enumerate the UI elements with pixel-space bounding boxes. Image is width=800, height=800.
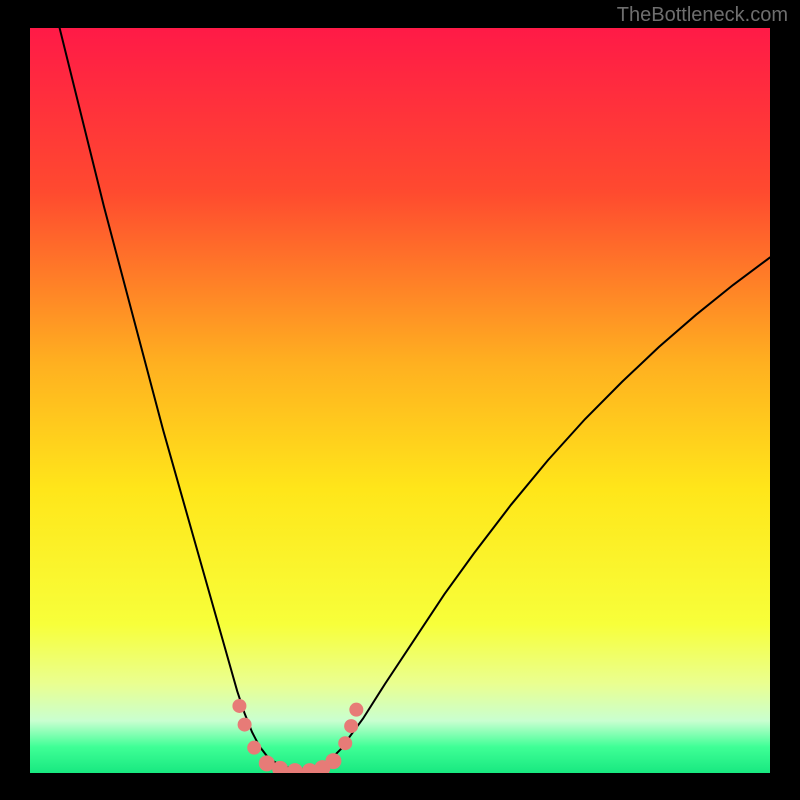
chart-svg [30, 28, 770, 773]
data-marker [349, 703, 363, 717]
data-marker [344, 719, 358, 733]
data-marker [232, 699, 246, 713]
data-marker [247, 741, 261, 755]
watermark-text: TheBottleneck.com [617, 4, 788, 27]
data-marker [238, 718, 252, 732]
data-marker [325, 753, 341, 769]
data-marker [338, 736, 352, 750]
chart-area [30, 28, 770, 773]
